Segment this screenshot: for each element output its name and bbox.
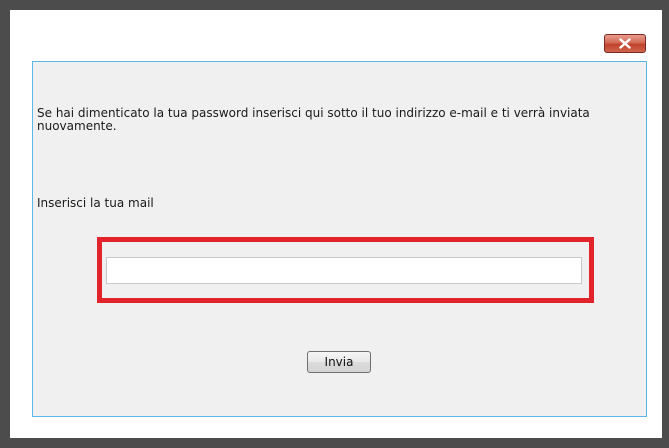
close-icon: [619, 38, 631, 49]
password-recovery-dialog: Se hai dimenticato la tua password inser…: [10, 10, 662, 438]
instructions-text: Se hai dimenticato la tua password inser…: [37, 106, 590, 133]
close-button[interactable]: [604, 34, 646, 53]
send-button[interactable]: Invia: [307, 351, 371, 373]
form-panel: Se hai dimenticato la tua password inser…: [32, 61, 647, 417]
email-field[interactable]: [106, 257, 582, 284]
email-label: Inserisci la tua mail: [37, 196, 154, 210]
